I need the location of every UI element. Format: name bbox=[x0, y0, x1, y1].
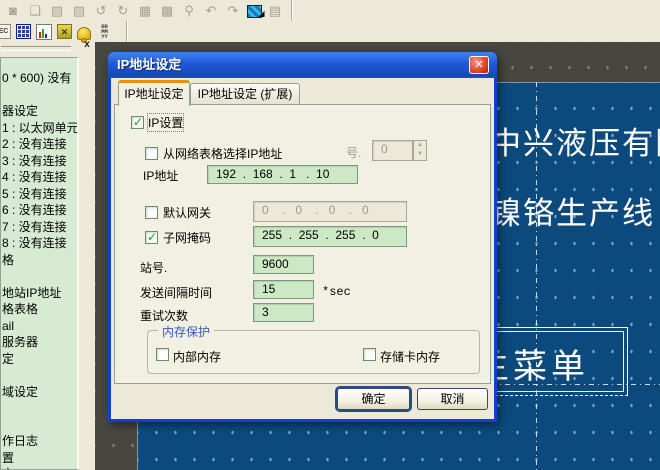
subnet-mask-label: 子网掩码 bbox=[163, 229, 211, 246]
shape-tool-icon[interactable]: ◙ bbox=[5, 3, 22, 19]
ec-icon[interactable]: EC bbox=[0, 24, 11, 39]
screen-preview-icon[interactable] bbox=[247, 5, 262, 18]
rotate-left-icon[interactable]: ↺ bbox=[93, 3, 110, 19]
panel-splitter[interactable] bbox=[1, 46, 71, 51]
tab-ip-settings-extended[interactable]: IP地址设定 (扩展) bbox=[190, 83, 300, 104]
default-gateway-field[interactable]: 0 . 0 . 0 . 0 bbox=[253, 201, 407, 222]
table-icon[interactable]: ▤ bbox=[267, 3, 284, 19]
meter-icon[interactable]: ✕ bbox=[57, 24, 72, 39]
application-window: ◙ ❏ ▧ ▨ ↺ ↻ ▦ ▩ ⚲ ↶ ↷ ▤ EC ✕ DD MM YY x 0 * 600) 没有器设… bbox=[0, 0, 660, 470]
tree-item[interactable]: 1 : 以太网单元 bbox=[1, 120, 77, 137]
memory-protect-group: 内存保护 内部内存 存储卡内存 bbox=[147, 330, 480, 374]
frame-select-alt-icon[interactable]: ▨ bbox=[71, 3, 88, 19]
number-spinner: ▲▼ bbox=[413, 140, 427, 161]
tree-item[interactable]: 6 : 没有连接 bbox=[1, 202, 77, 219]
ok-button[interactable]: 确定 bbox=[337, 388, 410, 410]
frame-select-icon[interactable]: ▧ bbox=[49, 3, 66, 19]
redo-icon[interactable]: ↷ bbox=[225, 3, 242, 19]
tree-item[interactable]: 域设定 bbox=[1, 384, 77, 401]
tree-item[interactable]: 2 : 没有连接 bbox=[1, 136, 77, 153]
number-field[interactable]: 0 bbox=[372, 140, 413, 161]
tree-item[interactable] bbox=[1, 400, 77, 417]
tree-item[interactable]: ail bbox=[1, 318, 77, 335]
spinner-down-icon[interactable]: ▼ bbox=[414, 150, 426, 159]
ip-settings-dialog: IP地址设定 ✕ IP地址设定 IP地址设定 (扩展) IP设置 从网络表格选择… bbox=[108, 52, 497, 422]
merge-shapes-icon[interactable]: ❏ bbox=[27, 3, 44, 19]
rotate-right-icon[interactable]: ↻ bbox=[115, 3, 132, 19]
distribute-grid-icon[interactable]: ▩ bbox=[159, 3, 176, 19]
date-icon[interactable]: DD MM YY bbox=[96, 24, 113, 40]
from-network-table-label: 从网络表格选择IP地址 bbox=[163, 145, 282, 162]
cancel-button[interactable]: 取消 bbox=[417, 388, 488, 410]
internal-memory-label: 内部内存 bbox=[173, 348, 221, 365]
tree-item[interactable]: 定 bbox=[1, 466, 77, 470]
default-gateway-label: 默认网关 bbox=[163, 204, 211, 221]
dialog-titlebar[interactable]: IP地址设定 bbox=[108, 52, 497, 78]
tree-item[interactable]: 4 : 没有连接 bbox=[1, 169, 77, 186]
retry-count-field[interactable]: 3 bbox=[253, 303, 314, 322]
tree-item[interactable] bbox=[1, 417, 77, 434]
subnet-mask-checkbox[interactable] bbox=[145, 231, 158, 244]
undo-icon[interactable]: ↶ bbox=[203, 3, 220, 19]
tree-item[interactable]: 作日志 bbox=[1, 433, 77, 450]
canvas-text-line[interactable]: 镍铬生产线 bbox=[490, 188, 655, 233]
tree-item[interactable]: 置 bbox=[1, 450, 77, 467]
panel-close-icon[interactable]: x bbox=[81, 39, 93, 51]
number-label: 号. bbox=[346, 144, 361, 161]
tree-item[interactable]: 5 : 没有连接 bbox=[1, 186, 77, 203]
toolbar-row-2: EC ✕ DD MM YY bbox=[0, 21, 127, 42]
alarm-bell-icon[interactable] bbox=[77, 27, 91, 40]
settings-tree-panel: 0 * 600) 没有器设定1 : 以太网单元2 : 没有连接3 : 没有连接4… bbox=[0, 57, 79, 470]
ip-enable-checkbox[interactable] bbox=[131, 116, 144, 129]
ip-address-label: IP地址 bbox=[143, 167, 178, 184]
ip-enable-label: IP设置 bbox=[148, 114, 183, 131]
canvas-text-company[interactable]: 中兴液压有限 bbox=[490, 118, 660, 163]
tree-item[interactable]: 8 : 没有连接 bbox=[1, 235, 77, 252]
from-network-table-checkbox[interactable] bbox=[145, 147, 158, 160]
send-interval-label: 发送间隔时间 bbox=[140, 284, 212, 301]
tree-item[interactable]: 0 * 600) 没有 bbox=[1, 70, 77, 87]
send-interval-unit: *sec bbox=[322, 285, 351, 299]
pin-icon[interactable]: ⚲ bbox=[181, 3, 198, 19]
toolbar-row-1: ◙ ❏ ▧ ▨ ↺ ↻ ▦ ▩ ⚲ ↶ ↷ ▤ bbox=[0, 0, 292, 21]
tree-item[interactable]: 格表格 bbox=[1, 301, 77, 318]
tree-item[interactable] bbox=[1, 268, 77, 285]
tab-ip-settings[interactable]: IP地址设定 bbox=[118, 80, 190, 106]
internal-memory-checkbox[interactable] bbox=[156, 348, 169, 361]
tree-item[interactable]: 地站IP地址 bbox=[1, 285, 77, 302]
tree-item[interactable]: 7 : 没有连接 bbox=[1, 219, 77, 236]
tree-item[interactable]: 格 bbox=[1, 252, 77, 269]
spinner-up-icon[interactable]: ▲ bbox=[414, 141, 426, 150]
default-gateway-checkbox[interactable] bbox=[145, 206, 158, 219]
align-grid-icon[interactable]: ▦ bbox=[137, 3, 154, 19]
subnet-mask-field[interactable]: 255 . 255 . 255 . 0 bbox=[253, 226, 407, 247]
bar-chart-icon[interactable] bbox=[36, 24, 52, 40]
memory-protect-caption: 内存保护 bbox=[158, 323, 214, 340]
memory-card-checkbox[interactable] bbox=[363, 348, 376, 361]
tree-item[interactable]: 定 bbox=[1, 351, 77, 368]
tree-item[interactable]: 3 : 没有连接 bbox=[1, 153, 77, 170]
dialog-close-icon[interactable]: ✕ bbox=[469, 56, 489, 74]
send-interval-field[interactable]: 15 bbox=[253, 280, 314, 299]
tree-item[interactable] bbox=[1, 87, 77, 104]
tree-item[interactable]: 器设定 bbox=[1, 103, 77, 120]
tree-item[interactable] bbox=[1, 367, 77, 384]
ip-address-field[interactable]: 192 . 168 . 1 . 10 bbox=[207, 165, 358, 184]
station-number-field[interactable]: 9600 bbox=[253, 255, 314, 274]
memory-card-label: 存储卡内存 bbox=[380, 348, 440, 365]
station-number-label: 站号. bbox=[140, 259, 167, 276]
retry-count-label: 重试次数 bbox=[140, 307, 188, 324]
tree-item[interactable]: 服务器 bbox=[1, 334, 77, 351]
calculator-icon[interactable] bbox=[16, 24, 31, 39]
